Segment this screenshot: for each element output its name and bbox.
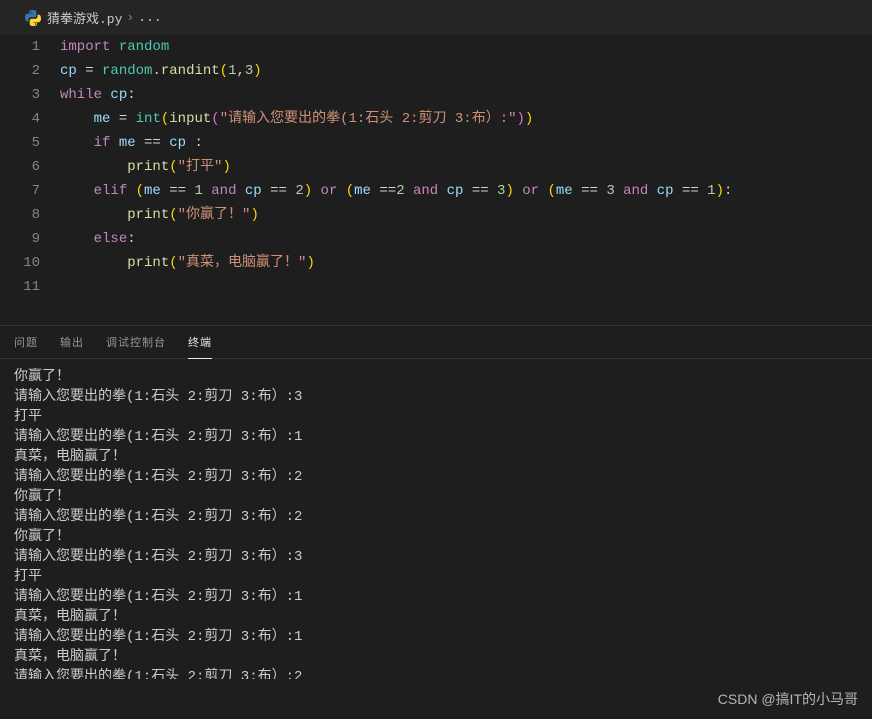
tab-bar: 猜拳游戏.py › ... (0, 0, 872, 35)
tab-output[interactable]: 输出 (60, 326, 84, 358)
code-line-1[interactable]: import random (60, 35, 872, 59)
line-number: 2 (0, 59, 40, 83)
terminal-line: 请输入您要出的拳(1:石头 2:剪刀 3:布）:3 (14, 387, 858, 407)
code-line-6[interactable]: print("打平") (60, 155, 872, 179)
terminal-line: 你赢了！ (14, 367, 858, 387)
code-line-10[interactable]: print("真菜，电脑赢了！") (60, 251, 872, 275)
breadcrumb-ellipsis: ... (138, 10, 161, 25)
terminal-line: 真菜，电脑赢了！ (14, 647, 858, 667)
code-line-11[interactable] (60, 275, 872, 299)
watermark: CSDN @搞IT的小马哥 (718, 689, 858, 709)
terminal-line: 请输入您要出的拳(1:石头 2:剪刀 3:布）:1 (14, 427, 858, 447)
terminal-line: 真菜，电脑赢了！ (14, 607, 858, 627)
terminal-line: 请输入您要出的拳(1:石头 2:剪刀 3:布）:3 (14, 547, 858, 567)
terminal-line: 你赢了！ (14, 527, 858, 547)
line-number: 11 (0, 275, 40, 299)
tab-debug-console[interactable]: 调试控制台 (106, 326, 166, 358)
code-line-3[interactable]: while cp: (60, 83, 872, 107)
terminal-line: 真菜，电脑赢了！ (14, 447, 858, 467)
code-line-5[interactable]: if me == cp : (60, 131, 872, 155)
terminal-line: 请输入您要出的拳(1:石头 2:剪刀 3:布）:1 (14, 627, 858, 647)
tab-terminal[interactable]: 终端 (188, 326, 212, 359)
terminal-line: 请输入您要出的拳(1:石头 2:剪刀 3:布）:2 (14, 507, 858, 527)
line-number: 5 (0, 131, 40, 155)
line-number: 1 (0, 35, 40, 59)
breadcrumb-separator: › (126, 10, 134, 25)
breadcrumb-file: 猜拳游戏.py (47, 8, 122, 27)
panel-tabs: 问题 输出 调试控制台 终端 (0, 326, 872, 359)
line-number: 6 (0, 155, 40, 179)
code-editor[interactable]: 1 2 3 4 5 6 7 8 9 10 11 import random cp… (0, 35, 872, 325)
line-gutter: 1 2 3 4 5 6 7 8 9 10 11 (0, 35, 60, 325)
line-number: 8 (0, 203, 40, 227)
breadcrumb[interactable]: 猜拳游戏.py › ... (10, 4, 177, 31)
line-number: 7 (0, 179, 40, 203)
code-line-9[interactable]: else: (60, 227, 872, 251)
code-line-2[interactable]: cp = random.randint(1,3) (60, 59, 872, 83)
terminal-line: 你赢了！ (14, 487, 858, 507)
line-number: 10 (0, 251, 40, 275)
tab-problems[interactable]: 问题 (14, 326, 38, 358)
bottom-panel: 问题 输出 调试控制台 终端 你赢了！ 请输入您要出的拳(1:石头 2:剪刀 3… (0, 326, 872, 686)
terminal-line: 打平 (14, 407, 858, 427)
code-line-4[interactable]: me = int(input("请输入您要出的拳(1:石头 2:剪刀 3:布）:… (60, 107, 872, 131)
terminal-output[interactable]: 你赢了！ 请输入您要出的拳(1:石头 2:剪刀 3:布）:3 打平 请输入您要出… (0, 359, 872, 679)
code-content[interactable]: import random cp = random.randint(1,3) w… (60, 35, 872, 325)
terminal-line: 请输入您要出的拳(1:石头 2:剪刀 3:布）:2 (14, 667, 858, 679)
python-icon (25, 10, 41, 26)
line-number: 4 (0, 107, 40, 131)
terminal-line: 请输入您要出的拳(1:石头 2:剪刀 3:布）:2 (14, 467, 858, 487)
terminal-line: 请输入您要出的拳(1:石头 2:剪刀 3:布）:1 (14, 587, 858, 607)
code-line-7[interactable]: elif (me == 1 and cp == 2) or (me ==2 an… (60, 179, 872, 203)
code-line-8[interactable]: print("你赢了！") (60, 203, 872, 227)
line-number: 9 (0, 227, 40, 251)
line-number: 3 (0, 83, 40, 107)
terminal-line: 打平 (14, 567, 858, 587)
